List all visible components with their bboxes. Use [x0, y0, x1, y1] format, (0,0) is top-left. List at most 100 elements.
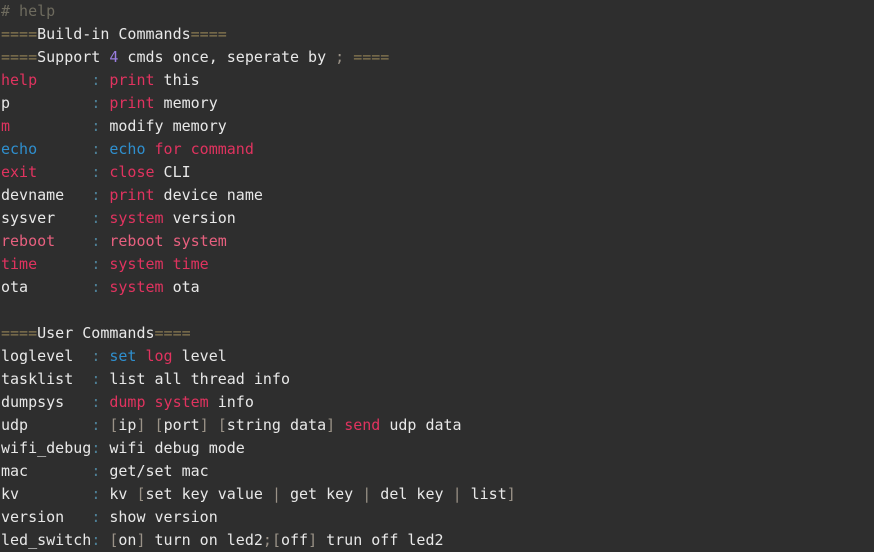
- cmd-row-mac: mac : get/set mac: [0, 460, 874, 483]
- token: :: [91, 140, 101, 158]
- token: :: [91, 531, 101, 549]
- token: :: [91, 117, 101, 135]
- token: ====: [353, 48, 390, 66]
- token: |: [362, 485, 372, 503]
- token: dumpsys: [1, 393, 65, 411]
- token: :: [91, 209, 101, 227]
- token: system: [109, 278, 164, 296]
- token: set key value: [145, 485, 272, 503]
- cmd-row-p: p : print memory: [0, 92, 874, 115]
- token: :: [91, 347, 101, 365]
- token: exit: [1, 163, 38, 181]
- token: ]: [326, 416, 336, 434]
- cmd-row-echo: echo : echo for command: [0, 138, 874, 161]
- token: close: [109, 163, 155, 181]
- token: time: [1, 255, 38, 273]
- token: wifi_debug: [1, 439, 92, 457]
- cmd-row-version: version : show version: [0, 506, 874, 529]
- token: CLI: [154, 163, 191, 181]
- token: :: [91, 232, 101, 250]
- cmd-row-ota: ota : system ota: [0, 276, 874, 299]
- token: ]: [506, 485, 516, 503]
- token: ota: [1, 278, 29, 296]
- token: :: [91, 485, 101, 503]
- token: port: [163, 416, 200, 434]
- prompt-line: # help: [0, 0, 874, 23]
- token: udp: [1, 416, 29, 434]
- token: on: [118, 531, 137, 549]
- token: list: [461, 485, 507, 503]
- token: turn on led2: [145, 531, 263, 549]
- token: |: [452, 485, 462, 503]
- token: reboot system: [109, 232, 227, 250]
- cmd-row-time: time : system time: [0, 253, 874, 276]
- token: [: [154, 416, 164, 434]
- token: ]: [308, 531, 318, 549]
- token: system: [109, 209, 164, 227]
- token: level: [172, 347, 227, 365]
- token: show version: [100, 508, 218, 526]
- token: Build-in Commands: [37, 25, 191, 43]
- cmd-row-udp: udp : [ip] [port] [string data] send udp…: [0, 414, 874, 437]
- cmd-row-m: m : modify memory: [0, 115, 874, 138]
- cmd-row-led-switch: led_switch: [on] turn on led2;[off] trun…: [0, 529, 874, 552]
- token: send: [344, 416, 381, 434]
- token: print: [109, 94, 155, 112]
- token: ====: [1, 48, 38, 66]
- token: trun off led2: [317, 531, 444, 549]
- blank-line-1: [0, 299, 874, 322]
- token: memory: [154, 94, 218, 112]
- token: cmds once, seperate by: [118, 48, 336, 66]
- cmd-row-sysver: sysver : system version: [0, 207, 874, 230]
- token: print: [109, 186, 155, 204]
- token: echo: [1, 140, 38, 158]
- token: :: [91, 71, 101, 89]
- token: ;: [335, 48, 345, 66]
- token: ip: [118, 416, 137, 434]
- token: udp data: [380, 416, 462, 434]
- token: mac: [1, 462, 29, 480]
- cmd-row-help: help : print this: [0, 69, 874, 92]
- token: system time: [109, 255, 209, 273]
- token: :: [91, 163, 101, 181]
- token: [: [271, 531, 281, 549]
- token: :: [91, 370, 101, 388]
- token: tasklist: [1, 370, 74, 388]
- cmd-row-loglevel: loglevel : set log level: [0, 345, 874, 368]
- token: ====: [154, 324, 191, 342]
- token: :: [91, 186, 101, 204]
- token: loglevel: [1, 347, 74, 365]
- token: list all thread info: [100, 370, 290, 388]
- token: kv: [100, 485, 137, 503]
- token: this: [154, 71, 200, 89]
- token: string data: [226, 416, 327, 434]
- support-note-line: ====Support 4 cmds once, seperate by ; =…: [0, 46, 874, 69]
- cmd-row-wifi-debug: wifi_debug: wifi debug mode: [0, 437, 874, 460]
- token: sysver: [1, 209, 56, 227]
- token: log: [145, 347, 173, 365]
- token: for command: [154, 140, 254, 158]
- token: help: [1, 71, 38, 89]
- token: off: [280, 531, 309, 549]
- token: p: [1, 94, 11, 112]
- cmd-row-tasklist: tasklist : list all thread info: [0, 368, 874, 391]
- token: :: [91, 393, 101, 411]
- token: devname: [1, 186, 65, 204]
- terminal-output[interactable]: # help ====Build-in Commands==== ====Suppo…: [0, 0, 874, 551]
